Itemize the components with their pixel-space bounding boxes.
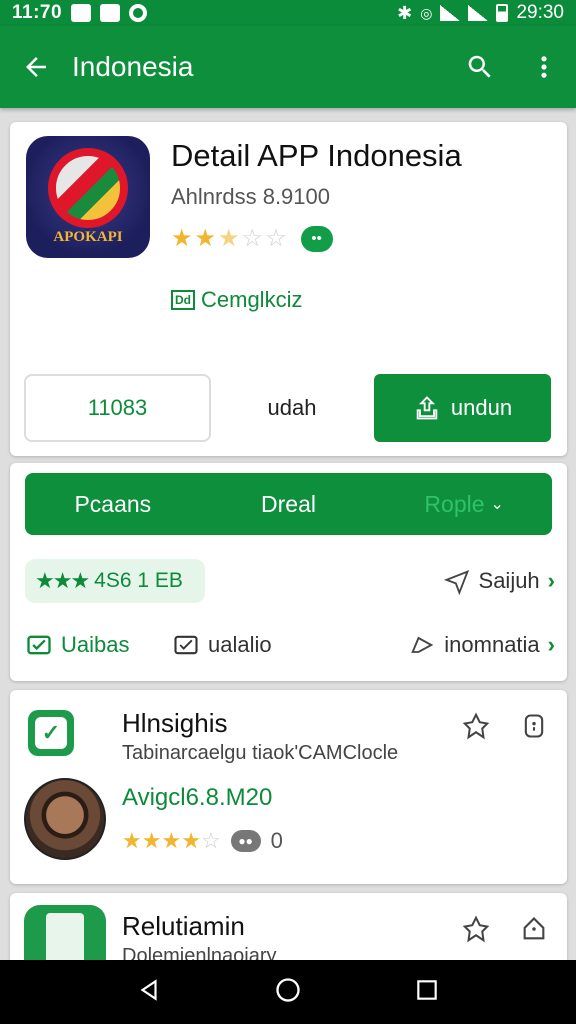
- signal-icon: [468, 5, 489, 21]
- rating-chip: ★★★ 4S6 1 EB: [25, 559, 205, 603]
- star-icon: ★: [161, 828, 182, 853]
- stars-icon: ★★★: [35, 568, 90, 593]
- triangle-back-icon: [140, 978, 157, 1001]
- paper-plane-icon: [443, 570, 469, 595]
- tag-icon: [523, 917, 545, 940]
- info-link[interactable]: inomnatia ›: [408, 631, 555, 659]
- app-rating: ★ ★ ★ ☆ ☆ ••: [171, 224, 333, 253]
- search-button[interactable]: [448, 52, 512, 82]
- nav-home-button[interactable]: [274, 976, 302, 1009]
- tab-rople-label: Rople: [424, 490, 485, 517]
- pin-button[interactable]: [458, 911, 494, 947]
- status-right: ✱ ◎ 29:30: [397, 2, 564, 24]
- app-category-tag[interactable]: Dd Cemglkciz: [171, 287, 302, 313]
- rating-chip-text: 4S6 1 EB: [94, 569, 183, 592]
- size-button[interactable]: 11083: [24, 374, 211, 442]
- bottom-title: Relutiamin: [122, 911, 245, 941]
- review-title: Hlnsighis: [122, 708, 228, 738]
- star-empty-icon: ☆: [200, 828, 221, 853]
- mail-item-label: Uaibas: [61, 632, 130, 657]
- app-icon-label: APOKAPI: [53, 229, 123, 245]
- avatar: [24, 778, 106, 860]
- star-icon: ★: [141, 828, 162, 853]
- message-icon: [174, 635, 198, 655]
- tag-box: Dd: [171, 290, 195, 310]
- tab-bar: Pcaans Dreal Rople ⌄: [25, 473, 552, 535]
- bookmark-button[interactable]: [516, 708, 552, 744]
- review-meta: Avigcl6.8.M20: [122, 784, 273, 811]
- arrow-left-icon: [26, 57, 46, 77]
- app-detail-card: APOKAPI Detail APP Indonesia Ahlnrdss 8.…: [10, 122, 567, 456]
- app-subtitle: Ahlnrdss 8.9100: [171, 184, 330, 209]
- tag-text: Cemglkciz: [201, 287, 303, 312]
- battery-icon: [496, 4, 509, 22]
- chevron-down-icon: ⌄: [490, 496, 504, 513]
- tab-pcaans[interactable]: Pcaans: [25, 491, 201, 518]
- mail-item[interactable]: Uaibas: [25, 631, 129, 659]
- chevron-right-icon: ›: [547, 632, 555, 657]
- review-count: 0: [270, 828, 283, 853]
- review-card: ✓ Hlnsighis Tabinarcaelgu tiaok'CAMClocl…: [10, 690, 567, 884]
- tab-dreal[interactable]: Dreal: [201, 491, 377, 518]
- chevron-right-icon: ›: [547, 568, 555, 593]
- checkmark-icon: ✓: [35, 717, 67, 749]
- share-upload-icon: [416, 396, 438, 420]
- star-half-icon: ★: [218, 225, 240, 252]
- star-icon: ★: [122, 828, 142, 853]
- app-bar: Indonesia: [0, 26, 576, 108]
- download-button[interactable]: undun: [374, 374, 551, 442]
- app-icon: APOKAPI: [26, 136, 150, 258]
- status-bar: 11:70 ✱ ◎ 29:30: [0, 0, 576, 26]
- pin-icon: [462, 915, 490, 943]
- nav-back-button[interactable]: [136, 977, 162, 1008]
- secondary-text-button[interactable]: udah: [242, 374, 342, 442]
- tab-rople[interactable]: Rople ⌄: [376, 491, 552, 518]
- nav-recents-button[interactable]: [414, 977, 440, 1008]
- share-link-label: Saijuh: [478, 568, 540, 593]
- comment-pill-icon: ●●: [230, 830, 261, 852]
- review-subtitle: Tabinarcaelgu tiaok'CAMClocle: [122, 742, 399, 764]
- download-button-label: undun: [450, 395, 513, 420]
- message-item[interactable]: ualalio: [172, 631, 272, 659]
- app-title: Detail APP Indonesia: [171, 138, 462, 173]
- bluetooth-icon: ✱: [397, 2, 413, 23]
- status-time-left: 11:70: [12, 2, 63, 23]
- overflow-menu-button[interactable]: [512, 53, 576, 81]
- badge-icon: [524, 714, 544, 738]
- system-nav-bar: [0, 960, 576, 1024]
- page-title: Indonesia: [72, 51, 194, 82]
- more-vert-icon: [541, 56, 547, 78]
- share-link[interactable]: Saijuh ›: [443, 567, 555, 595]
- star-icon: ★: [171, 225, 193, 252]
- info-card: Pcaans Dreal Rople ⌄ ★★★ 4S6 1 EB Saijuh…: [10, 463, 567, 681]
- gallery-icon: [100, 4, 121, 22]
- circle-home-icon: [276, 977, 300, 1002]
- app-logo-ring: [48, 148, 128, 228]
- pin-button[interactable]: [458, 708, 494, 744]
- chat-badge-icon: ••: [300, 225, 333, 252]
- review-rating: ★ ★ ★ ★ ☆ ●● 0: [122, 828, 283, 854]
- wifi-icon: [440, 5, 461, 21]
- star-empty-icon: ☆: [265, 225, 287, 252]
- send-icon: [411, 636, 434, 653]
- star-icon: ★: [194, 225, 217, 252]
- record-icon: [129, 4, 148, 22]
- info-link-label: inomnatia: [444, 632, 540, 657]
- message-item-label: ualalio: [208, 632, 272, 657]
- square-recents-icon: [417, 979, 437, 1000]
- search-icon: [468, 55, 491, 78]
- notification-icon: [71, 4, 92, 22]
- mail-check-icon: [27, 635, 51, 655]
- back-button[interactable]: [0, 52, 72, 82]
- pin-icon: [462, 712, 490, 740]
- vibrate-icon: ◎: [420, 4, 433, 21]
- star-icon: ★: [181, 828, 201, 853]
- tag-button[interactable]: [516, 911, 552, 947]
- star-empty-icon: ☆: [241, 225, 264, 252]
- status-time-right: 29:30: [516, 2, 564, 23]
- checklist-app-icon: ✓: [28, 710, 74, 756]
